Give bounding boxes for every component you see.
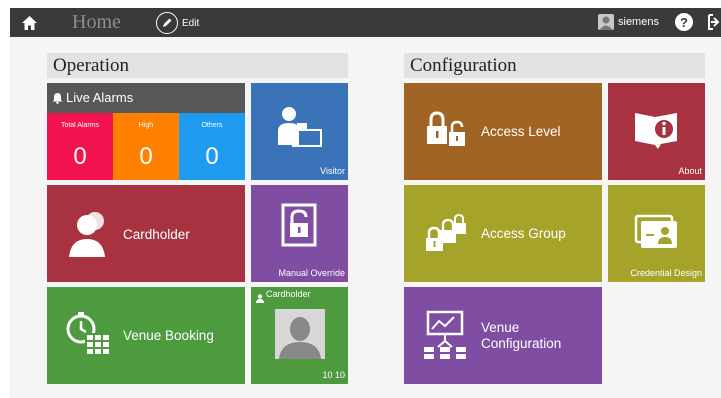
live-alarms-title: Live Alarms	[66, 90, 134, 105]
cardholder-widget-tile[interactable]: Cardholder 10 10	[251, 287, 348, 384]
other-alarms-count: 0	[205, 143, 219, 170]
credential-design-label: Credential Design	[630, 268, 702, 278]
total-alarms-count: 0	[73, 143, 87, 170]
cardholder-person-icon	[69, 210, 113, 263]
person-photo-icon	[275, 309, 325, 359]
page-title: Home	[72, 11, 121, 33]
person-small-icon	[256, 290, 264, 308]
configuration-header: Configuration	[404, 53, 705, 78]
padlocks-icon	[424, 110, 468, 155]
other-alarms-cell[interactable]: Others 0	[179, 113, 245, 180]
manual-override-label: Manual Override	[278, 268, 345, 278]
credential-design-tile[interactable]: Credential Design	[608, 185, 705, 282]
stopwatch-calendar-icon	[65, 311, 111, 362]
user-name[interactable]: siemens	[618, 16, 659, 28]
id-card-icon	[634, 214, 678, 255]
info-book-icon	[633, 109, 679, 154]
venue-configuration-tile[interactable]: Venue Configuration	[404, 287, 602, 384]
help-icon[interactable]: ?	[675, 13, 693, 31]
edit-label: Edit	[182, 17, 200, 29]
about-label: About	[678, 166, 702, 176]
edit-button[interactable]: Edit	[156, 11, 199, 35]
visitor-label: Visitor	[320, 166, 345, 176]
total-alarms-label: Total Alarms	[60, 122, 100, 129]
user-avatar-icon[interactable]	[598, 14, 614, 30]
access-group-tile[interactable]: Access Group	[404, 185, 602, 282]
live-alarms-header: Live Alarms	[47, 83, 245, 113]
other-alarms-label: Others	[201, 122, 223, 129]
operation-header: Operation	[47, 53, 348, 78]
bell-icon	[52, 91, 63, 109]
cardholder-widget-title: Cardholder	[266, 289, 311, 299]
high-alarms-cell[interactable]: High 0	[113, 113, 179, 180]
venue-booking-label: Venue Booking	[123, 328, 214, 343]
cardholder-tile[interactable]: Cardholder	[47, 185, 245, 282]
access-level-label: Access Level	[481, 124, 561, 139]
visitor-desk-icon	[275, 105, 323, 154]
access-level-tile[interactable]: Access Level	[404, 83, 602, 180]
unlock-door-icon	[281, 203, 317, 252]
presentation-board-icon	[421, 309, 471, 366]
live-alarms-tile[interactable]: Live Alarms Total Alarms 0 High 0 Others…	[47, 83, 245, 180]
venue-configuration-label-line1: Venue	[481, 320, 520, 335]
padlock-group-icon	[424, 212, 470, 257]
visitor-tile[interactable]: Visitor	[251, 83, 348, 180]
exit-icon[interactable]	[708, 13, 721, 31]
cardholder-widget-counter: 10 10	[322, 370, 345, 380]
venue-configuration-label-line2: Configuration	[481, 336, 562, 351]
pencil-icon	[156, 12, 178, 34]
cardholder-label: Cardholder	[123, 227, 190, 242]
total-alarms-cell[interactable]: Total Alarms 0	[47, 113, 113, 180]
top-bar: Home Edit siemens ?	[10, 8, 721, 37]
high-alarms-label: High	[138, 122, 154, 129]
manual-override-tile[interactable]: Manual Override	[251, 185, 348, 282]
about-tile[interactable]: About	[608, 83, 705, 180]
access-group-label: Access Group	[481, 226, 566, 241]
venue-booking-tile[interactable]: Venue Booking	[47, 287, 245, 384]
home-icon[interactable]	[18, 12, 40, 34]
high-alarms-count: 0	[139, 143, 153, 170]
